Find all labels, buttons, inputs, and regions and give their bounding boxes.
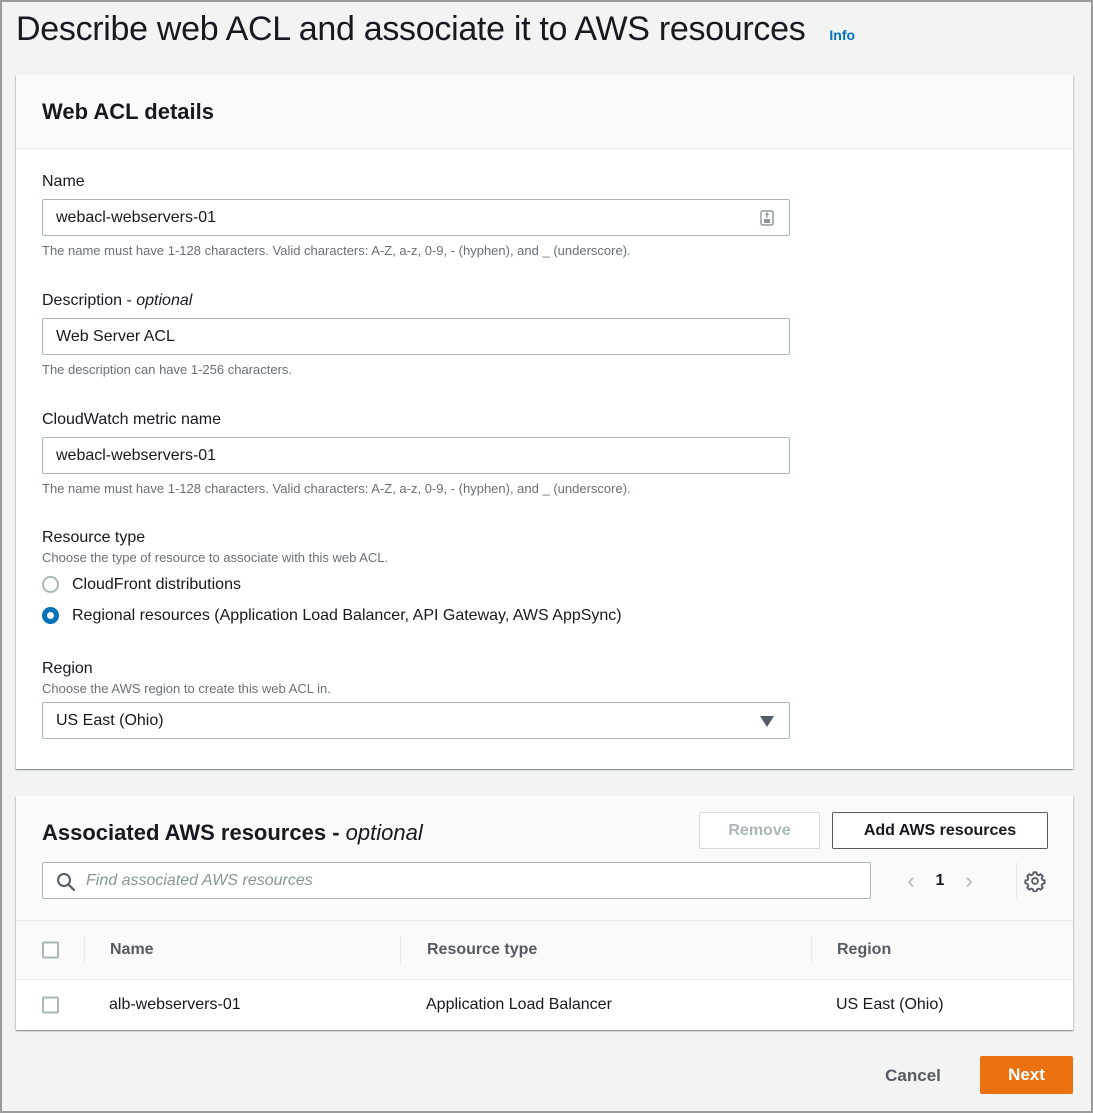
radio-label: CloudFront distributions [72,575,241,593]
region-label: Region [42,660,93,677]
radio-regional[interactable]: Regional resources (Application Load Bal… [42,600,790,631]
column-header-region[interactable]: Region [837,941,891,959]
table-header: Name Resource type Region [16,921,1073,980]
description-label-text: Description - [42,292,137,309]
column-header-resource-type[interactable]: Resource type [427,941,537,959]
column-divider [84,935,85,965]
chevron-right-icon[interactable]: › [954,868,984,894]
description-field: Description - optional Web Server ACL Th… [42,290,790,377]
password-manager-icon[interactable] [760,210,774,226]
region-select[interactable]: US East (Ohio) [42,702,790,739]
resources-title-text: Associated AWS resources - [42,820,346,845]
caret-down-icon [760,716,774,727]
name-input[interactable]: webacl-webservers-01 [42,199,790,236]
metric-name-input[interactable]: webacl-webservers-01 [42,437,790,474]
search-icon [57,873,76,892]
gear-icon[interactable] [1024,870,1046,892]
optional-tag: optional [136,292,193,309]
radio-button-selected[interactable] [42,607,59,624]
region-select-value: US East (Ohio) [56,712,164,729]
name-label: Name [42,173,85,190]
description-input[interactable]: Web Server ACL [42,318,790,355]
column-header-name[interactable]: Name [110,941,154,959]
name-input-value: webacl-webservers-01 [56,209,217,226]
divider [1016,862,1017,899]
panel-header: Web ACL details [16,75,1073,149]
table-row[interactable]: alb-webservers-01 Application Load Balan… [16,980,1073,1030]
add-aws-resources-button[interactable]: Add AWS resources [832,812,1048,849]
region-description: Choose the AWS region to create this web… [42,681,331,696]
radio-cloudfront[interactable]: CloudFront distributions [42,569,790,600]
cancel-button[interactable]: Cancel [872,1057,954,1094]
resources-header: Associated AWS resources - optional Remo… [16,796,1073,921]
web-acl-details-panel: Web ACL details Name webacl-webservers-0… [16,75,1073,769]
resources-title: Associated AWS resources - optional [42,820,423,846]
select-all-checkbox[interactable] [42,941,59,959]
next-button[interactable]: Next [980,1056,1073,1094]
region-field: Region Choose the AWS region to create t… [42,658,790,739]
metric-name-field: CloudWatch metric name webacl-webservers… [42,409,790,496]
chevron-left-icon[interactable]: ‹ [896,868,926,894]
panel-title: Web ACL details [42,99,214,124]
metric-name-label: CloudWatch metric name [42,411,222,428]
associated-resources-panel: Associated AWS resources - optional Remo… [16,796,1073,1030]
cell-region: US East (Ohio) [836,996,944,1013]
page-header: Describe web ACL and associate it to AWS… [16,10,855,54]
info-link[interactable]: Info [829,27,855,43]
pagination: ‹ 1 › [896,866,984,896]
radio-label: Regional resources (Application Load Bal… [72,606,622,624]
page-number[interactable]: 1 [926,872,954,890]
metric-name-help-text: The name must have 1-128 characters. Val… [42,481,631,496]
metric-name-input-value: webacl-webservers-01 [56,447,217,464]
search-input[interactable]: Find associated AWS resources [42,862,871,899]
page-title: Describe web ACL and associate it to AWS… [16,10,806,48]
resource-type-label: Resource type [42,529,146,546]
description-help-text: The description can have 1-256 character… [42,362,293,377]
remove-button[interactable]: Remove [699,812,820,849]
description-label: Description - optional [42,290,790,312]
optional-tag: optional [345,820,423,845]
resource-type-description: Choose the type of resource to associate… [42,550,389,565]
column-divider [811,935,812,965]
column-divider [400,935,401,965]
description-input-value: Web Server ACL [56,328,175,345]
cell-name: alb-webservers-01 [109,996,241,1013]
cell-resource-type: Application Load Balancer [426,996,612,1013]
name-help-text: The name must have 1-128 characters. Val… [42,243,631,258]
radio-button[interactable] [42,576,59,593]
name-field: Name webacl-webservers-01 The name must … [42,171,790,258]
row-checkbox[interactable] [42,996,59,1014]
search-placeholder: Find associated AWS resources [86,872,313,889]
resource-type-field: Resource type Choose the type of resourc… [42,527,790,631]
